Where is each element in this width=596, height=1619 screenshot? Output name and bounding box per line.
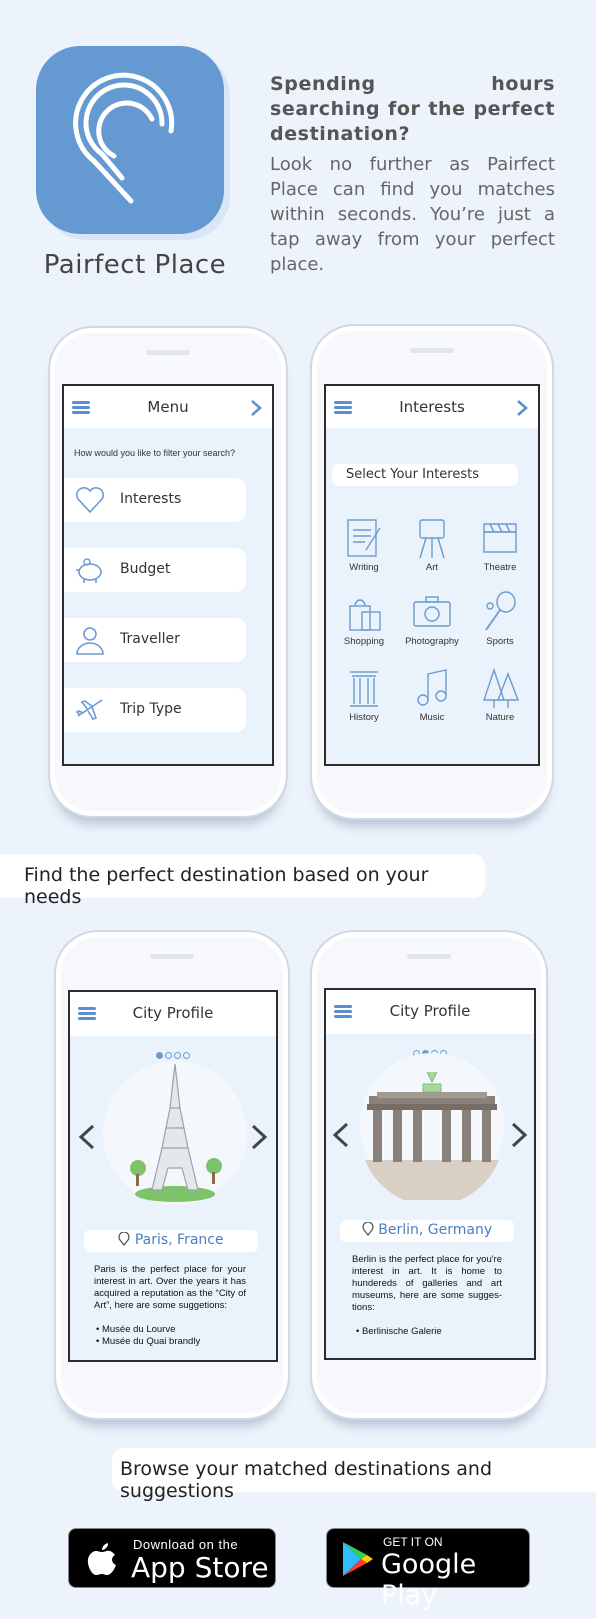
clapperboard-icon [483, 523, 517, 553]
select-interests-label: Select Your Interests [332, 464, 518, 486]
phone-interests: Interests Select Your Interests Writing … [310, 324, 554, 820]
interest-shopping[interactable]: Shopping [332, 590, 396, 647]
column-icon [350, 671, 378, 707]
app-store-small-text: Download on the [133, 1537, 239, 1552]
interest-nature[interactable]: Nature [468, 666, 532, 723]
google-play-small-text: GET IT ON [383, 1535, 443, 1549]
tree-icon [483, 667, 520, 708]
app-name: Pairfect Place [43, 250, 227, 280]
app-icon [36, 46, 224, 234]
chevron-left-icon[interactable] [330, 1120, 352, 1150]
chevron-left-icon[interactable] [76, 1122, 98, 1152]
shopping-bag-icon [349, 599, 381, 631]
phone-city-paris: City Profile Paris, France Paris is the … [54, 930, 290, 1420]
google-play-button[interactable]: GET IT ON Google Play [326, 1528, 530, 1611]
city-label-berlin: Berlin, Germany [340, 1220, 514, 1242]
camera-icon [413, 596, 451, 627]
google-play-big-text: Google Play [381, 1549, 477, 1611]
menu-item-budget[interactable]: Budget [64, 548, 246, 592]
person-icon [76, 627, 104, 655]
app-store-button[interactable]: Download on the App Store [68, 1528, 276, 1588]
easel-icon [419, 519, 445, 559]
chevron-right-icon[interactable] [248, 399, 264, 417]
interest-writing[interactable]: Writing [332, 516, 396, 573]
interest-history[interactable]: History [332, 666, 396, 723]
city-description: Berlin is the perfect place for you're i… [352, 1254, 502, 1313]
piggy-bank-icon [76, 558, 102, 583]
filter-question: How would you like to filter your search… [74, 448, 236, 458]
banner-find-destination: Find the perfect destination based on yo… [0, 854, 485, 908]
suggestion-item: • Musée du Lourve [96, 1324, 176, 1335]
interest-art[interactable]: Art [400, 516, 464, 573]
banner-browse-destinations: Browse your matched destinations and sug… [112, 1448, 596, 1502]
location-pin-icon [118, 1231, 131, 1247]
city-label-paris: Paris, France [84, 1230, 258, 1252]
eiffel-tower-illustration [103, 1061, 247, 1205]
screen-title: Menu [147, 398, 189, 416]
music-note-icon [417, 669, 447, 706]
screen-title: City Profile [389, 1002, 471, 1020]
chevron-right-icon[interactable] [514, 399, 530, 417]
suggestion-item: • Berlinische Galerie [356, 1326, 442, 1337]
phone-city-berlin: City Profile Berlin, Germany Berlin is t… [310, 930, 548, 1420]
chevron-right-icon[interactable] [248, 1122, 270, 1152]
location-pin-icon [73, 72, 175, 204]
headline: Spending hours searching for the perfect… [270, 73, 555, 145]
location-pin-icon [362, 1221, 374, 1237]
city-description: Paris is the perfect place for your inte… [94, 1264, 246, 1311]
writing-icon [347, 519, 381, 557]
interest-theatre[interactable]: Theatre [468, 516, 532, 573]
app-store-big-text: App Store [131, 1551, 269, 1584]
phone-menu: Menu How would you like to filter your s… [48, 326, 288, 818]
menu-item-traveller[interactable]: Traveller [64, 618, 246, 662]
menu-item-interests[interactable]: Interests [64, 478, 246, 522]
city-screen-paris: City Profile Paris, France Paris is the … [68, 990, 278, 1362]
chevron-right-icon[interactable] [508, 1120, 530, 1150]
screen-title: Interests [399, 398, 465, 416]
google-play-logo-icon [343, 1542, 373, 1576]
brandenburg-gate-illustration [360, 1053, 504, 1200]
heart-icon [75, 487, 105, 514]
screen-title: City Profile [132, 1004, 214, 1022]
apple-logo-icon [87, 1543, 116, 1575]
menu-screen: Menu How would you like to filter your s… [62, 384, 274, 766]
interests-screen: Interests Select Your Interests Writing … [324, 384, 540, 766]
airplane-icon [75, 699, 103, 720]
interest-music[interactable]: Music [400, 666, 464, 723]
interest-sports[interactable]: Sports [468, 590, 532, 647]
city-screen-berlin: City Profile Berlin, Germany Berlin is t… [324, 988, 536, 1360]
blurb: Look no further as Pairfect Place can fi… [270, 154, 555, 275]
interest-photography[interactable]: Photography [400, 590, 464, 647]
suggestion-item: • Musée du Quai brandly [96, 1336, 201, 1347]
menu-item-trip-type[interactable]: Trip Type [64, 688, 246, 732]
tennis-racket-icon [485, 591, 516, 631]
